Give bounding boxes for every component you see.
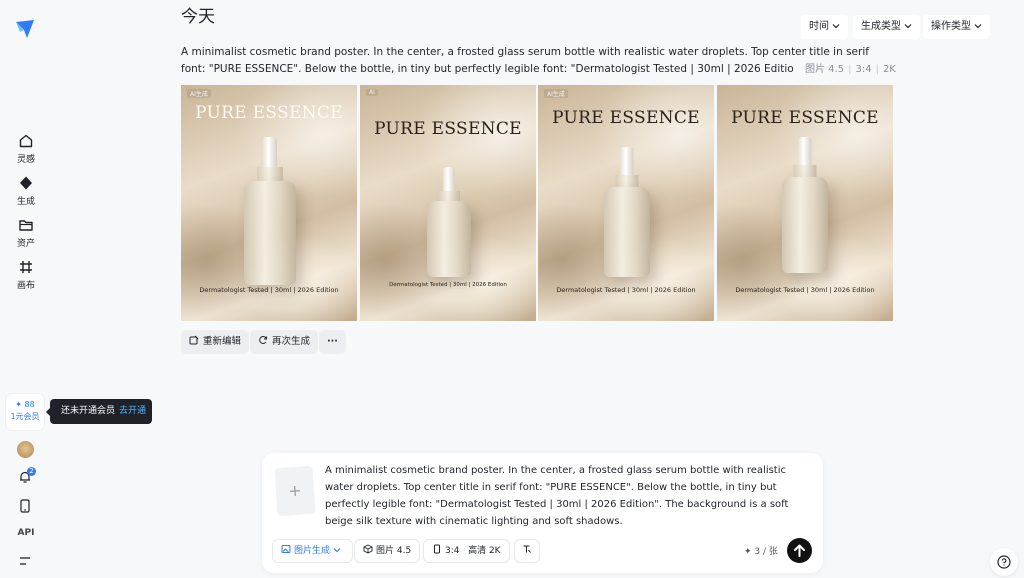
canvas-icon [20, 261, 32, 273]
sidebar: 灵感 生成 资产 画布 ✦ 88 1元会员 2 API [0, 0, 52, 578]
mode-label: 图片生成 [294, 546, 331, 556]
reedit-button[interactable]: 重新编辑 [181, 330, 250, 354]
ai-tag: AI生成 [544, 89, 568, 98]
notification-badge: 2 [27, 467, 36, 476]
avatar[interactable] [17, 441, 34, 458]
filter-time[interactable]: 时间 [801, 15, 848, 39]
ratio-quality-select[interactable]: 3:4 高清 2K [423, 539, 510, 563]
ai-tag: AI [366, 89, 378, 96]
sidebar-item-label: 资产 [16, 239, 35, 249]
poster-title: PURE ESSENCE [731, 108, 879, 128]
edit-icon [189, 335, 199, 345]
cube-icon [363, 544, 373, 554]
tooltip-activate-link[interactable]: 去开通 [119, 406, 146, 416]
refresh-icon [259, 335, 267, 344]
filter-generation-type[interactable]: 生成类型 [853, 15, 920, 39]
meta-model: 图片 4.5 [805, 64, 845, 75]
help-button[interactable] [990, 548, 1018, 576]
filter-label: 生成类型 [861, 21, 901, 32]
bottle-illustration [427, 167, 471, 277]
result-image[interactable]: AI生成 PURE ESSENCE Dermatologist Tested |… [181, 85, 357, 321]
record-meta: 图片 4.5 | 3:4 | 2K [793, 61, 896, 78]
filter-operation-type[interactable]: 操作类型 [923, 15, 990, 39]
regenerate-label: 再次生成 [272, 336, 311, 347]
result-images: AI生成 PURE ESSENCE Dermatologist Tested |… [181, 85, 893, 321]
sidebar-item-canvas[interactable]: 画布 [0, 259, 52, 291]
credits-count: ✦ 88 [15, 400, 35, 409]
quality-label: 高清 2K [468, 546, 501, 556]
text-style-button[interactable] [514, 539, 540, 563]
sidebar-item-inspiration[interactable]: 灵感 [0, 133, 52, 165]
page-title: 今天 [181, 7, 215, 27]
ratio-label: 3:4 [445, 546, 460, 556]
poster-subtitle: Dermatologist Tested | 30ml | 2026 Editi… [735, 286, 875, 294]
ai-tag: AI生成 [187, 89, 211, 98]
poster-title: PURE ESSENCE [374, 119, 522, 139]
prompt-input[interactable]: A minimalist cosmetic brand poster. In t… [325, 462, 805, 530]
tooltip-text: 还未开通会员 [61, 406, 116, 416]
result-image[interactable]: PURE ESSENCE Dermatologist Tested | 30ml… [717, 85, 893, 321]
home-icon [19, 134, 33, 148]
member-tooltip: 还未开通会员 去开通 [46, 399, 152, 424]
member-upgrade-box[interactable]: ✦ 88 1元会员 [6, 394, 44, 430]
filter-label: 时间 [809, 21, 829, 32]
poster-subtitle: Dermatologist Tested | 30ml | 2026 Editi… [556, 286, 696, 294]
folder-icon [19, 220, 33, 231]
result-image[interactable]: AI PURE ESSENCE Dermatologist Tested | 3… [360, 85, 536, 321]
reedit-label: 重新编辑 [203, 336, 242, 347]
poster-title: PURE ESSENCE [552, 108, 700, 128]
api-link[interactable]: API [0, 528, 52, 538]
sidebar-item-assets[interactable]: 资产 [0, 217, 52, 249]
arrow-up-icon [794, 544, 805, 557]
prompt-composer: + A minimalist cosmetic brand poster. In… [262, 453, 823, 573]
result-image[interactable]: AI生成 PURE ESSENCE Dermatologist Tested |… [538, 85, 714, 321]
upload-image-button[interactable]: + [274, 465, 316, 517]
send-button[interactable] [787, 538, 812, 563]
sidebar-item-label: 生成 [16, 197, 35, 207]
bottle-illustration [604, 147, 650, 277]
meta-resolution: 2K [882, 64, 896, 75]
meta-ratio: 3:4 [855, 64, 872, 75]
ratio-icon [434, 544, 440, 554]
model-label: 图片 4.5 [376, 546, 412, 556]
text-format-icon [523, 545, 531, 553]
more-button[interactable]: ··· [319, 330, 346, 354]
regenerate-button[interactable]: 再次生成 [250, 330, 319, 354]
poster-subtitle: Dermatologist Tested | 30ml | 2026 Editi… [389, 282, 507, 288]
logo-icon[interactable] [14, 18, 36, 40]
model-select[interactable]: 图片 4.5 [354, 539, 421, 563]
chevron-down-icon [832, 24, 840, 29]
member-label: 1元会员 [10, 412, 40, 421]
bottle-illustration [782, 137, 828, 273]
chevron-down-icon [904, 24, 912, 29]
chevron-down-icon [974, 24, 982, 29]
sidebar-item-label: 灵感 [16, 155, 35, 165]
poster-subtitle: Dermatologist Tested | 30ml | 2026 Editi… [199, 286, 339, 294]
chevron-down-icon [333, 548, 341, 553]
filter-label: 操作类型 [931, 21, 971, 32]
diamond-icon [20, 176, 32, 190]
sidebar-item-generate[interactable]: 生成 [0, 175, 52, 207]
help-icon [997, 555, 1011, 569]
record-prompt: A minimalist cosmetic brand poster. In t… [181, 46, 869, 75]
sidebar-item-label: 画布 [16, 281, 35, 291]
poster-title: PURE ESSENCE [195, 103, 343, 123]
menu-icon[interactable] [19, 556, 31, 566]
image-icon [281, 545, 291, 553]
cost-indicator: ✦ 3 / 张 [744, 547, 778, 557]
cost-label: 3 / 张 [754, 547, 778, 557]
mode-select[interactable]: 图片生成 [272, 539, 353, 563]
bottle-illustration [244, 137, 296, 285]
phone-icon[interactable] [19, 499, 31, 513]
